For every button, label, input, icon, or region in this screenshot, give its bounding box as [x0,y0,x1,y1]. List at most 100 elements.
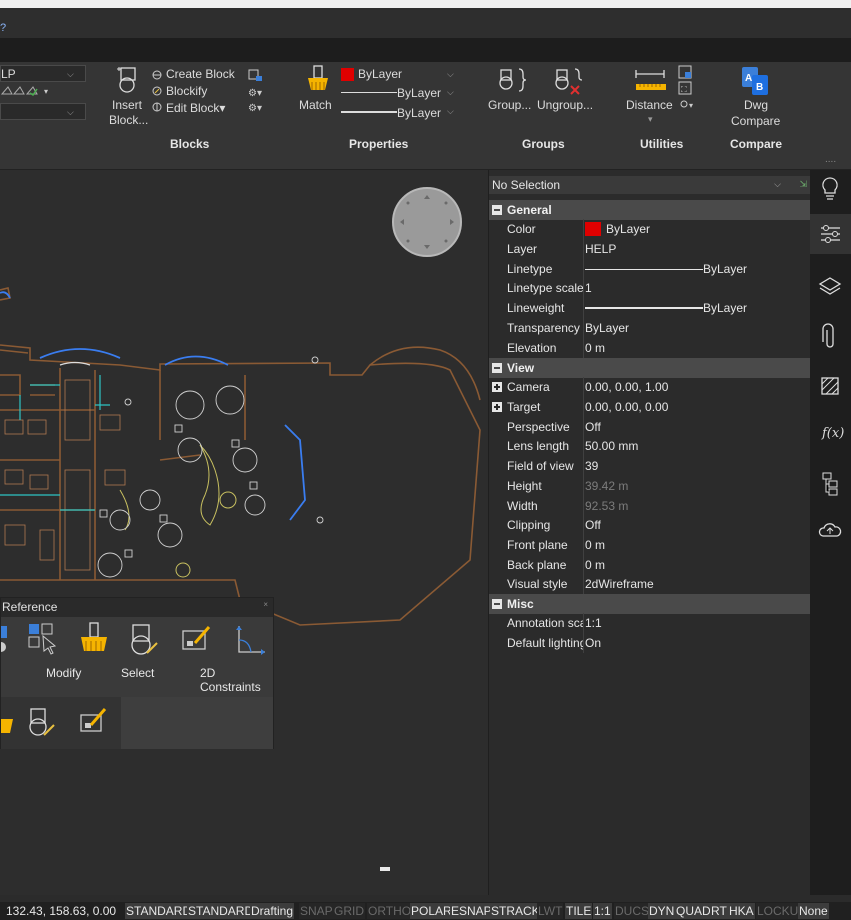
status-button-lwt[interactable]: LWT [537,903,564,919]
status-button-hka[interactable]: HKA [728,903,755,919]
svg-text:▾: ▾ [689,101,693,110]
prop-row-elevation[interactable]: Elevation 0 m [489,338,811,358]
cloud-icon[interactable] [810,510,851,550]
status-button-grid[interactable]: GRID [333,903,365,919]
status-button-ducs[interactable]: DUCS [614,903,651,919]
linetype-dropdown[interactable]: ByLayer ⌵ [338,83,460,101]
block-icon[interactable] [129,623,163,662]
insert-block-icon[interactable] [114,65,150,100]
drawing-canvas[interactable]: Reference × Modify Select 2D Constraints [0,170,488,895]
select-cursor-icon[interactable] [27,622,61,661]
prop-row-camera[interactable]: Camera 0.00, 0.00, 1.00 [489,377,811,397]
layer-dropdown[interactable]: LP ⌵ [0,65,86,82]
prop-row-lens-length[interactable]: Lens length 50.00 mm [489,436,811,456]
status-button-esnap[interactable]: ESNAP [450,903,493,919]
prop-row-field-of-view[interactable]: Field of view 39 [489,456,811,476]
distance-icon[interactable] [634,66,670,99]
layer-filter-dropdown[interactable]: ⌵ [0,103,86,120]
prop-row-default-lighting[interactable]: Default lighting On [489,633,811,653]
block-icon[interactable] [27,707,61,744]
quad-constraints-label-2[interactable]: Constraints [200,680,261,694]
group-label[interactable]: Group... [488,98,531,112]
status-button-standard-text[interactable]: STANDARD [125,903,193,919]
status-button-snap[interactable]: SNAP [299,903,334,919]
status-button-dyn[interactable]: DYN [648,903,676,919]
create-block-button[interactable]: Create Block [166,67,235,81]
status-button-rt[interactable]: RT [710,903,728,919]
prop-row-linetype-scale[interactable]: Linetype scale 1 [489,278,811,298]
ungroup-icon[interactable] [551,66,587,99]
match-label[interactable]: Match [299,98,332,112]
quad-select-label[interactable]: Select [121,666,154,680]
quad-recent-row [0,697,273,749]
status-button-ortho[interactable]: ORTHO [367,903,413,919]
selection-dropdown[interactable]: No Selection ⌵ ⇲ [489,176,811,194]
expand-icon[interactable] [492,382,502,392]
sliders-icon[interactable] [810,214,851,254]
select-objects-icon[interactable]: ⇲ [799,179,807,190]
edit-image-icon[interactable] [79,707,113,740]
prop-key: Transparency [507,321,580,335]
status-button-polar[interactable]: POLAR [410,903,453,919]
group-icon[interactable] [497,66,531,97]
prop-row-layer[interactable]: Layer HELP [489,239,811,259]
prop-row-perspective[interactable]: Perspective Off [489,417,811,437]
navigation-wheel[interactable] [392,187,462,257]
section-view[interactable]: View [489,358,811,378]
status-button-quad[interactable]: QUAD [675,903,712,919]
paperclip-icon[interactable] [810,316,851,356]
status-button-none[interactable]: None [798,903,829,919]
section-misc[interactable]: Misc [489,594,811,614]
dwg-compare-label-2[interactable]: Compare [731,114,780,128]
ungroup-label[interactable]: Ungroup... [537,98,593,112]
edit-block-button[interactable]: Edit Block▾ [166,101,225,115]
status-button-tile[interactable]: TILE [565,903,593,919]
section-title: General [507,203,552,217]
prop-row-lineweight[interactable]: Lineweight ByLayer [489,298,811,318]
section-general[interactable]: General [489,200,811,220]
quad-constraints-label[interactable]: 2D [200,666,215,680]
match-properties-icon[interactable] [0,707,15,742]
prop-row-transparency[interactable]: Transparency ByLayer [489,318,811,338]
chevron-down-icon[interactable]: ▾ [648,114,653,125]
measure-tools-icon[interactable]: ⛶ ▾ [676,64,698,115]
prop-row-visual-style[interactable]: Visual style 2dWireframe [489,574,811,594]
more-icon[interactable]: .... [825,154,836,165]
tree-icon[interactable] [810,462,851,502]
distance-label[interactable]: Distance [626,98,673,112]
quad-modify-label[interactable]: Modify [46,666,81,680]
prop-row-back-plane[interactable]: Back plane 0 m [489,555,811,575]
insert-block-label[interactable]: Insert [112,98,142,112]
prop-row-target[interactable]: Target 0.00, 0.00, 0.00 [489,397,811,417]
lightbulb-icon[interactable] [810,170,851,210]
dwg-compare-label[interactable]: Dwg [744,98,768,112]
close-icon[interactable]: × [263,600,268,609]
match-properties-icon[interactable] [304,64,332,97]
status-button-lockui[interactable]: LOCKUI [756,903,803,919]
block-tools-icon[interactable]: ⚙▾ ⚙▾ [246,68,268,117]
help-icon[interactable]: ? [0,22,6,34]
expand-icon[interactable] [492,402,502,412]
status-button-workspace[interactable]: Drafting [250,903,295,919]
fx-icon[interactable]: f(x) [810,414,851,454]
blockify-button[interactable]: Blockify [166,84,207,98]
prop-row-clipping[interactable]: Clipping Off [489,515,811,535]
status-button-standard-dim[interactable]: STANDARD [187,903,255,919]
prop-row-linetype[interactable]: Linetype ByLayer [489,259,811,279]
match-properties-icon[interactable] [77,621,111,660]
lineweight-dropdown[interactable]: ByLayer ⌵ [338,102,460,120]
dwg-compare-icon[interactable]: AB [741,66,771,99]
prop-row-color[interactable]: Color ByLayer [489,219,811,239]
status-button-annotation-scale[interactable]: 1:1 [593,903,612,919]
status-button-strack[interactable]: STRACK [490,903,541,919]
prop-row-front-plane[interactable]: Front plane 0 m [489,535,811,555]
prop-row-annotation-scale[interactable]: Annotation scale1:1 [489,613,811,633]
layer-state-icons[interactable]: ▾ [0,84,60,97]
color-dropdown[interactable]: ByLayer ⌵ [338,65,460,83]
layers-icon[interactable] [810,266,851,306]
constraints-icon[interactable] [233,622,267,661]
quad-reference-icon[interactable] [0,623,13,659]
edit-image-icon[interactable] [181,623,215,658]
hatch-icon[interactable] [810,366,851,406]
insert-block-label-2[interactable]: Block... [109,113,148,127]
